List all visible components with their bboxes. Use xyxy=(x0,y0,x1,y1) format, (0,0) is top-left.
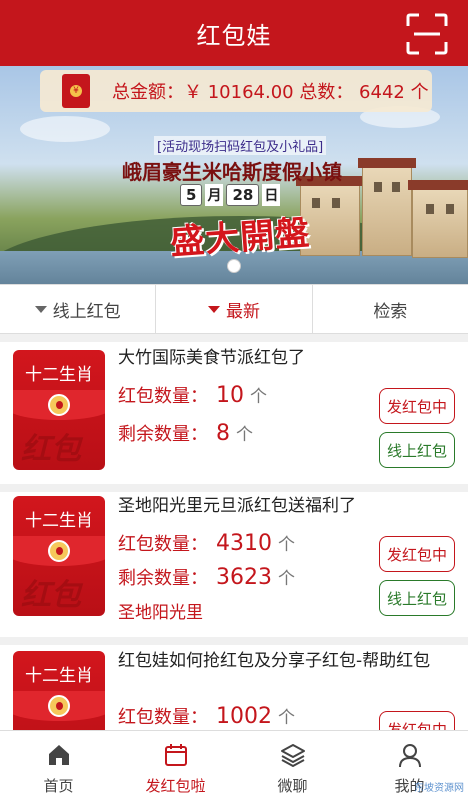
building-roof xyxy=(408,180,468,190)
tab-chat[interactable]: 微聊 xyxy=(234,731,351,800)
divider xyxy=(0,484,468,492)
online-envelope-button[interactable]: 线上红包 xyxy=(379,432,455,468)
packet-count-value: 10 xyxy=(216,383,244,408)
date-day-unit: 日 xyxy=(262,184,281,206)
window xyxy=(392,182,400,192)
bottom-tab-bar: 首页 发红包啦 微聊 我的 东坡资源网 xyxy=(0,730,468,800)
list-item[interactable]: 十二生肖 红包 大竹国际美食节派红包了 红包数量： 10 个 剩余数量： 8 个… xyxy=(0,342,468,484)
top-bar: 红包娃 xyxy=(0,0,468,66)
watermark: 东坡资源网 xyxy=(414,783,464,794)
tab-home-label: 首页 xyxy=(43,777,74,795)
seal-icon xyxy=(48,540,70,562)
item-title[interactable]: 红包娃如何抢红包及分享子红包-帮助红包 xyxy=(118,649,448,673)
red-envelope-icon xyxy=(62,74,90,108)
packet-count-label: 红包数量： xyxy=(118,534,208,555)
total-text: 总金额：￥ 10164.00 总数： 6442 个 xyxy=(112,82,429,103)
seal-icon xyxy=(48,695,70,717)
tab-chat-label: 微聊 xyxy=(277,777,308,795)
online-envelope-button[interactable]: 线上红包 xyxy=(379,580,455,616)
home-icon xyxy=(48,745,69,765)
promo-title: 峨眉豪生米哈斯度假小镇 xyxy=(122,160,342,184)
window xyxy=(312,198,320,208)
remaining-count-unit: 个 xyxy=(278,569,295,589)
date-month-unit: 月 xyxy=(205,184,224,206)
remaining-count-value: 8 xyxy=(216,421,230,446)
total-summary: 总金额：￥ 10164.00 总数： 6442 个 xyxy=(40,70,432,112)
filter-latest-label: 最新 xyxy=(225,301,260,322)
window xyxy=(332,198,340,208)
envelope-list: 十二生肖 红包 大竹国际美食节派红包了 红包数量： 10 个 剩余数量： 8 个… xyxy=(0,342,468,730)
packet-count-label: 红包数量： xyxy=(118,386,208,407)
window xyxy=(374,182,382,192)
sending-button[interactable]: 发红包中 xyxy=(379,536,455,572)
tab-send-envelope-label: 发红包啦 xyxy=(145,777,206,795)
divider xyxy=(0,637,468,645)
filter-bar: 线上红包 最新 检索 xyxy=(0,284,468,334)
packet-count-unit: 个 xyxy=(250,387,267,407)
caret-down-icon xyxy=(34,305,47,313)
packet-count: 红包数量： 4310 个 xyxy=(118,530,295,556)
tab-home[interactable]: 首页 xyxy=(0,731,117,800)
promo-banner[interactable]: 总金额：￥ 10164.00 总数： 6442 个 [活动现场扫码红包及小礼品]… xyxy=(0,66,468,284)
date-month: 5 xyxy=(180,184,203,206)
remaining-count-unit: 个 xyxy=(236,425,253,445)
envelope-thumbnail: 十二生肖 红包 xyxy=(13,651,105,730)
window xyxy=(446,204,454,214)
user-icon xyxy=(398,744,421,768)
building-roof xyxy=(358,158,416,168)
packet-count-value: 4310 xyxy=(216,531,272,556)
thumbnail-label: 十二生肖 xyxy=(25,511,93,531)
thumbnail-calligraphy: 红包 xyxy=(21,432,81,467)
seal-icon xyxy=(48,394,70,416)
envelope-thumbnail: 十二生肖 红包 xyxy=(13,350,105,470)
building xyxy=(362,166,412,256)
scan-icon[interactable] xyxy=(406,13,448,55)
remaining-count: 剩余数量： 3623 个 xyxy=(118,564,295,590)
app-title: 红包娃 xyxy=(196,21,272,50)
packet-count: 红包数量： 1002 个 xyxy=(118,703,295,729)
item-title[interactable]: 大竹国际美食节派红包了 xyxy=(118,346,448,370)
thumbnail-label: 十二生肖 xyxy=(25,365,93,385)
sending-button[interactable]: 发红包中 xyxy=(379,388,455,424)
filter-search-label: 检索 xyxy=(373,301,408,322)
list-item[interactable]: 十二生肖 红包 圣地阳光里元旦派红包送福利了 红包数量： 4310 个 剩余数量… xyxy=(0,492,468,637)
promo-subtitle: [活动现场扫码红包及小礼品] xyxy=(154,136,327,155)
caret-down-icon xyxy=(207,305,220,313)
remaining-count-label: 剩余数量： xyxy=(118,424,208,445)
calendar-icon xyxy=(164,744,187,766)
packet-count-label: 红包数量： xyxy=(118,707,208,728)
item-title[interactable]: 圣地阳光里元旦派红包送福利了 xyxy=(118,494,448,518)
thumbnail-calligraphy: 红包 xyxy=(21,578,81,613)
filter-search[interactable]: 检索 xyxy=(313,285,468,333)
carousel-indicator[interactable] xyxy=(227,259,241,273)
filter-online[interactable]: 线上红包 xyxy=(0,285,157,333)
promo-date: 5 月 28 日 xyxy=(180,184,281,206)
sending-button[interactable]: 发红包中 xyxy=(379,711,455,730)
envelope-thumbnail: 十二生肖 红包 xyxy=(13,496,105,616)
packet-count-value: 1002 xyxy=(216,704,272,729)
packet-count-unit: 个 xyxy=(278,708,295,728)
list-item[interactable]: 十二生肖 红包 红包娃如何抢红包及分享子红包-帮助红包 红包数量： 1002 个… xyxy=(0,645,468,730)
packet-count: 红包数量： 10 个 xyxy=(118,382,267,408)
remaining-count-label: 剩余数量： xyxy=(118,568,208,589)
building xyxy=(412,188,468,258)
remaining-count-value: 3623 xyxy=(216,565,272,590)
remaining-count: 剩余数量： 8 个 xyxy=(118,420,253,446)
filter-latest[interactable]: 最新 xyxy=(156,285,313,333)
app-root: 红包娃 总金额：￥ 10164.00 总数 xyxy=(0,0,468,800)
filter-online-label: 线上红包 xyxy=(52,301,121,322)
layers-icon xyxy=(280,744,305,767)
date-day: 28 xyxy=(226,184,260,206)
thumbnail-label: 十二生肖 xyxy=(25,666,93,686)
promo-headline: 盛大開盤 xyxy=(169,213,312,263)
cloud xyxy=(20,116,110,142)
packet-count-unit: 个 xyxy=(278,535,295,555)
window xyxy=(426,204,434,214)
item-location: 圣地阳光里 xyxy=(118,603,203,623)
tab-send-envelope[interactable]: 发红包啦 xyxy=(117,731,234,800)
